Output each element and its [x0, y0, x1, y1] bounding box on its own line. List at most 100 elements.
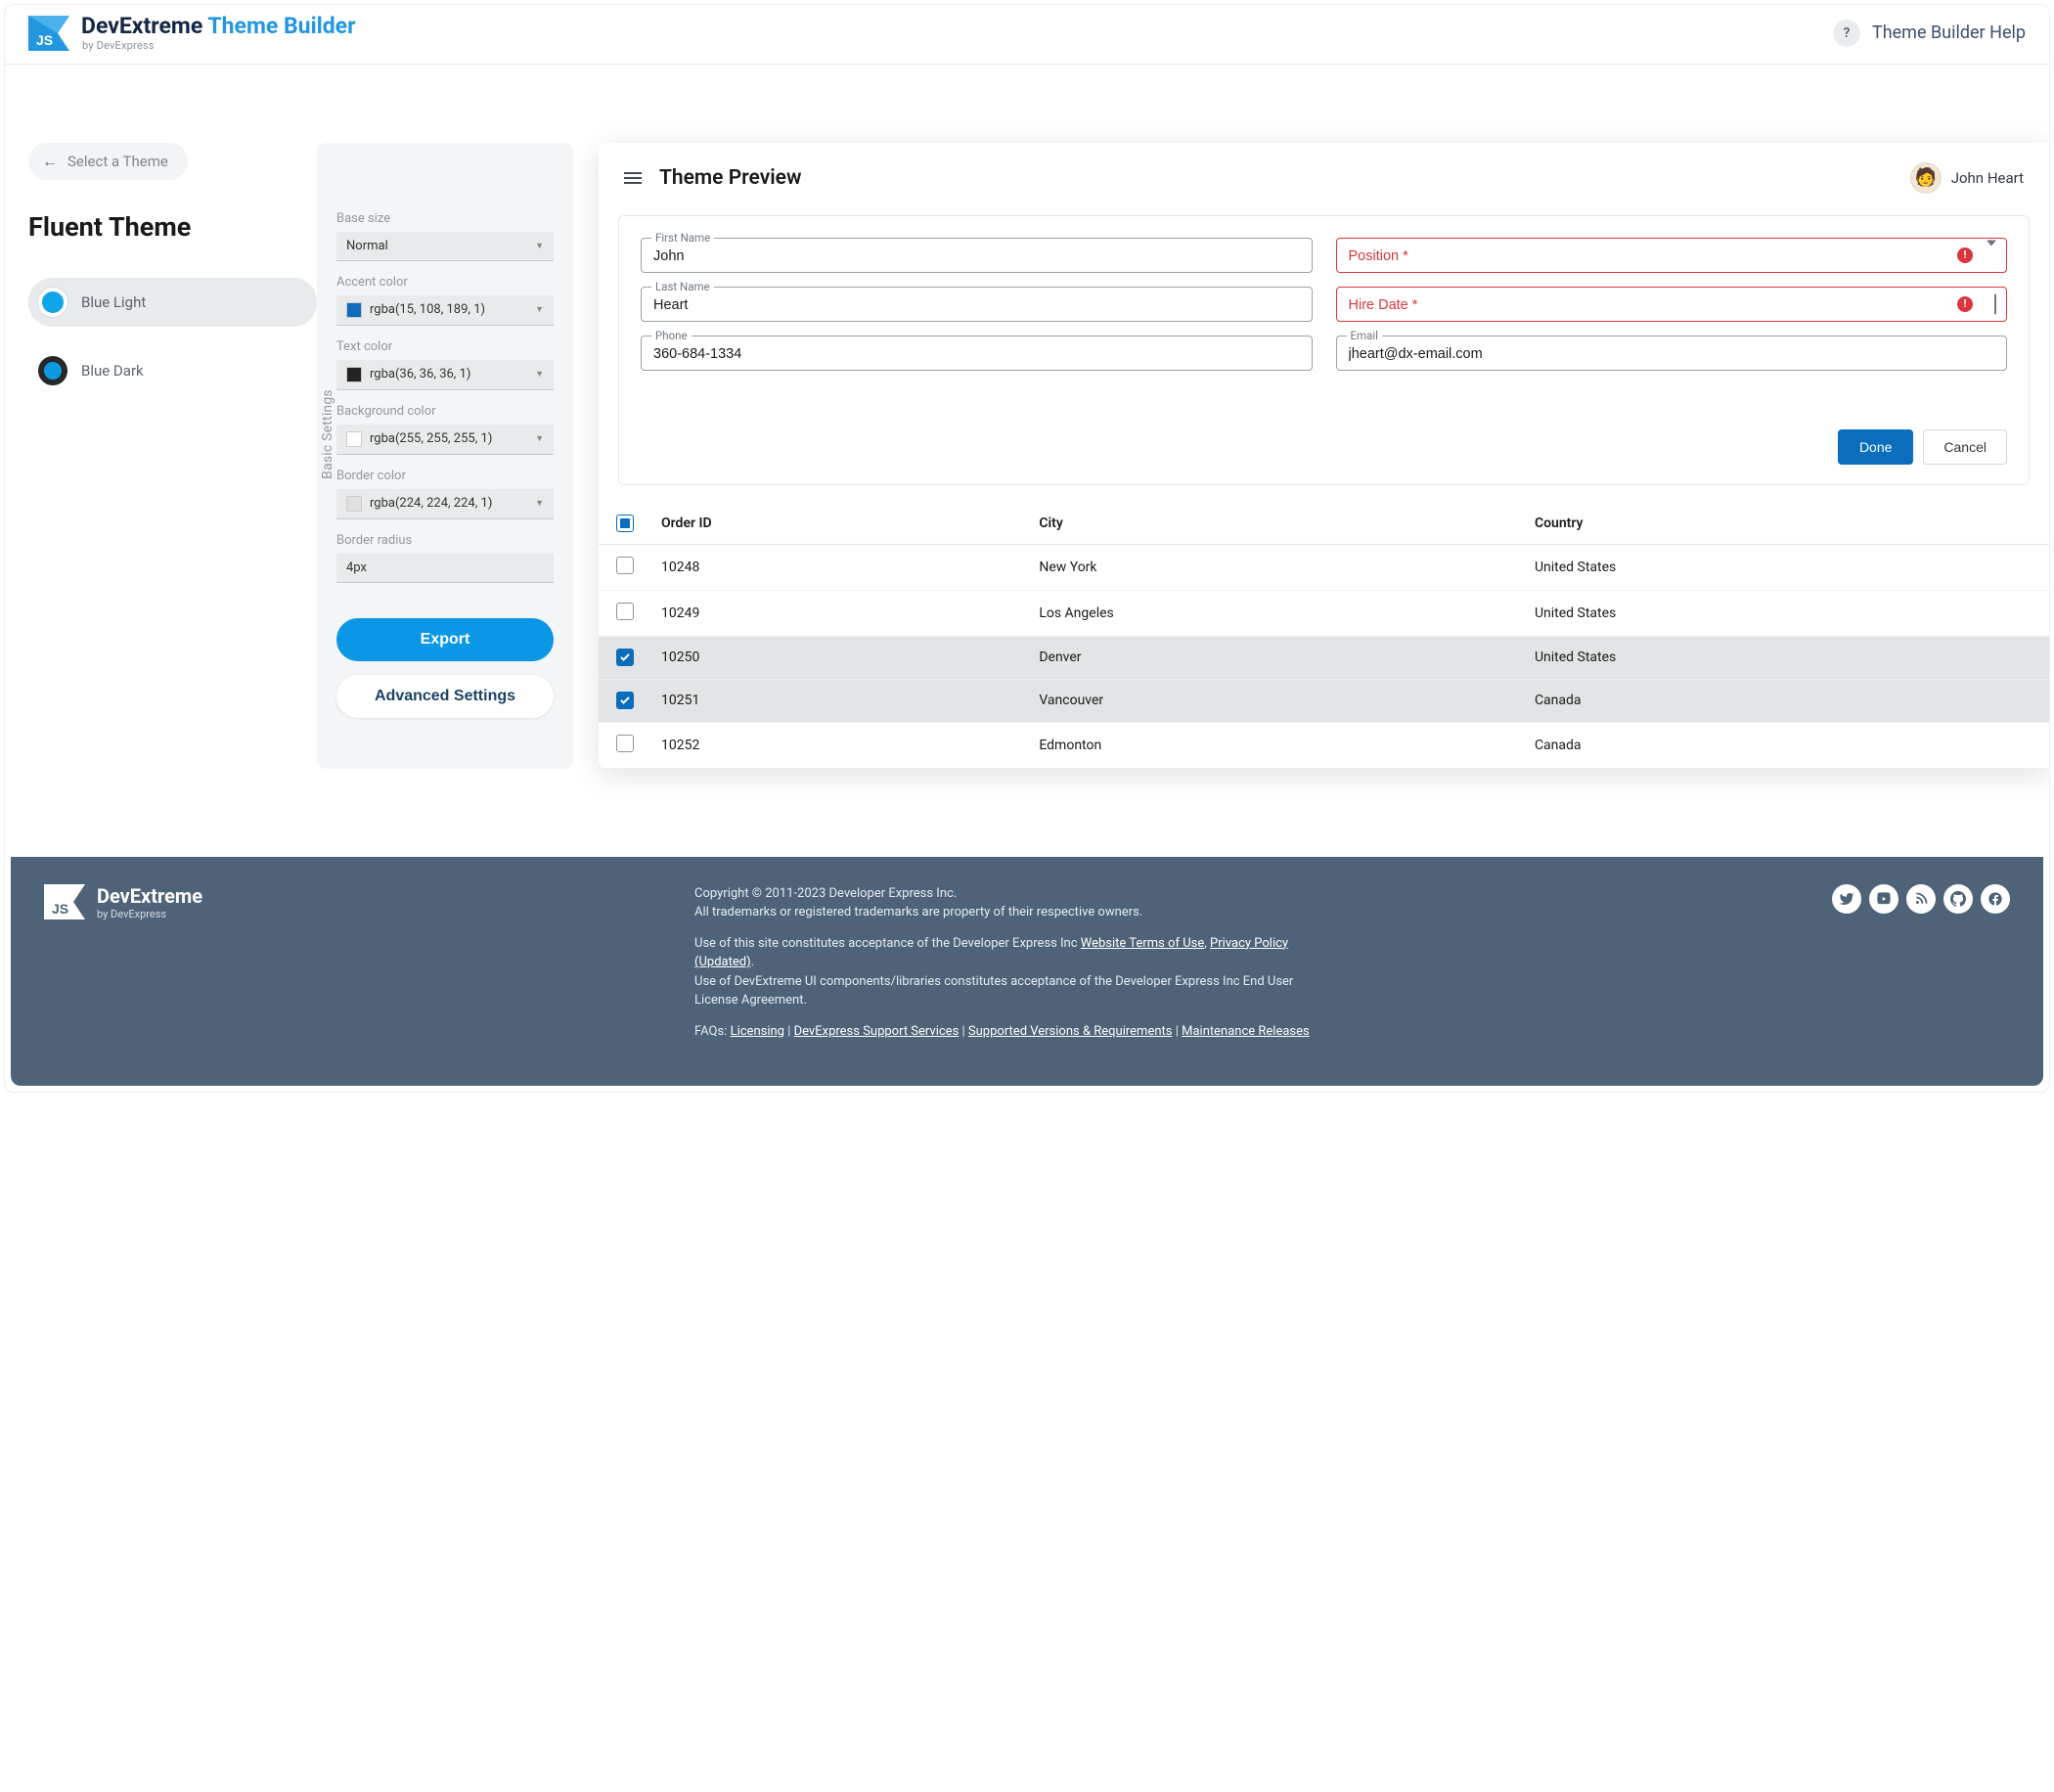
table-row[interactable]: 10252EdmontonCanada: [599, 722, 2049, 768]
color-chip-icon: [346, 302, 362, 318]
table-row[interactable]: 10251VancouverCanada: [599, 679, 2049, 722]
table-row[interactable]: 10250DenverUnited States: [599, 636, 2049, 679]
footer-link[interactable]: Maintenance Releases: [1182, 1024, 1310, 1039]
cell-city: Edmonton: [1025, 722, 1521, 768]
advanced-settings-button[interactable]: Advanced Settings: [336, 675, 554, 718]
cell-city: New York: [1025, 544, 1521, 590]
menu-icon[interactable]: [624, 172, 642, 184]
youtube-icon[interactable]: [1869, 884, 1898, 914]
column-header[interactable]: Country: [1521, 503, 2049, 545]
chevron-down-icon: ▼: [535, 433, 544, 444]
base-size-select[interactable]: Normal ▼: [336, 232, 554, 261]
row-checkbox[interactable]: [616, 735, 634, 752]
position-field[interactable]: !: [1336, 238, 2008, 273]
chevron-down-icon: ▼: [535, 304, 544, 315]
phone-input[interactable]: [642, 336, 1312, 370]
footer-link[interactable]: DevExpress Support Services: [794, 1024, 960, 1039]
brand-logo-icon: JS: [28, 16, 69, 51]
theme-option-label: Blue Dark: [81, 362, 144, 380]
back-button[interactable]: ← Select a Theme: [28, 143, 188, 180]
settings-panel: Basic Settings Base size Normal ▼ Accent…: [317, 143, 573, 769]
preview-title: Theme Preview: [659, 166, 801, 190]
cell-order-id: 10249: [647, 590, 1025, 636]
help-icon[interactable]: ?: [1833, 20, 1860, 47]
setting-label: Background color: [336, 404, 554, 419]
app-header: JS DevExtreme Theme Builder by DevExpres…: [5, 5, 2049, 65]
setting-label: Border radius: [336, 533, 554, 548]
field-label: Last Name: [651, 280, 714, 293]
email-field[interactable]: Email: [1336, 336, 2008, 371]
cell-city: Denver: [1025, 636, 1521, 679]
back-label: Select a Theme: [67, 153, 168, 170]
chevron-down-icon: ▼: [535, 369, 544, 380]
field-label: First Name: [651, 231, 714, 245]
last-name-input[interactable]: [642, 288, 1312, 321]
footer-link[interactable]: Licensing: [731, 1024, 784, 1039]
accent-color-select[interactable]: rgba(15, 108, 189, 1) ▼: [336, 295, 554, 326]
cell-country: Canada: [1521, 679, 2049, 722]
hire-date-input[interactable]: [1337, 288, 2007, 321]
position-input[interactable]: [1337, 239, 2007, 272]
arrow-left-icon: ←: [42, 152, 58, 171]
table-row[interactable]: 10248New YorkUnited States: [599, 544, 2049, 590]
brand-byline: by DevExpress: [82, 40, 356, 52]
twitter-icon[interactable]: [1832, 884, 1861, 914]
column-header[interactable]: Order ID: [647, 503, 1025, 545]
row-checkbox[interactable]: [616, 603, 634, 620]
text-color-select[interactable]: rgba(36, 36, 36, 1) ▼: [336, 360, 554, 390]
data-grid: Order ID City Country 10248New YorkUnite…: [599, 503, 2049, 769]
calendar-icon[interactable]: [1994, 294, 1996, 313]
email-input[interactable]: [1337, 336, 2007, 370]
cell-country: United States: [1521, 544, 2049, 590]
chevron-down-icon[interactable]: [1987, 246, 1996, 264]
form-card: First Name ! Last Name !: [618, 215, 2030, 485]
error-icon: !: [1957, 296, 1973, 312]
column-header[interactable]: City: [1025, 503, 1521, 545]
first-name-field[interactable]: First Name: [641, 238, 1313, 273]
help-link[interactable]: Theme Builder Help: [1872, 22, 2026, 43]
footer-link[interactable]: Website Terms of Use: [1081, 936, 1204, 951]
field-label: Email: [1347, 329, 1382, 342]
export-button[interactable]: Export: [336, 618, 554, 661]
chevron-down-icon: ▼: [535, 241, 544, 251]
background-color-select[interactable]: rgba(255, 255, 255, 1) ▼: [336, 425, 554, 455]
brand-title: DevExtreme Theme Builder: [81, 15, 356, 38]
svg-text:JS: JS: [52, 901, 68, 917]
color-chip-icon: [346, 431, 362, 447]
hire-date-field[interactable]: !: [1336, 287, 2008, 322]
footer-brand[interactable]: JS DevExtreme by DevExpress: [44, 884, 202, 920]
border-color-select[interactable]: rgba(224, 224, 224, 1) ▼: [336, 489, 554, 519]
footer: JS DevExtreme by DevExpress Copyright © …: [11, 857, 2043, 1087]
border-radius-input[interactable]: 4px: [336, 554, 554, 583]
color-chip-icon: [346, 367, 362, 382]
first-name-input[interactable]: [642, 239, 1312, 272]
page-title: Fluent Theme: [28, 211, 317, 243]
last-name-field[interactable]: Last Name: [641, 287, 1313, 322]
facebook-icon[interactable]: [1981, 884, 2010, 914]
setting-label: Accent color: [336, 275, 554, 290]
done-button[interactable]: Done: [1838, 429, 1913, 465]
cell-country: United States: [1521, 590, 2049, 636]
phone-field[interactable]: Phone: [641, 336, 1313, 371]
table-row[interactable]: 10249Los AngelesUnited States: [599, 590, 2049, 636]
brand[interactable]: JS DevExtreme Theme Builder by DevExpres…: [28, 15, 356, 52]
theme-option-blue-dark[interactable]: Blue Dark: [28, 346, 317, 395]
cell-city: Vancouver: [1025, 679, 1521, 722]
cancel-button[interactable]: Cancel: [1923, 429, 2007, 465]
row-checkbox[interactable]: [616, 557, 634, 574]
row-checkbox[interactable]: [616, 692, 634, 709]
cell-order-id: 10248: [647, 544, 1025, 590]
github-icon[interactable]: [1943, 884, 1973, 914]
cell-order-id: 10252: [647, 722, 1025, 768]
avatar[interactable]: 🧑: [1910, 162, 1942, 194]
cell-country: Canada: [1521, 722, 2049, 768]
theme-option-blue-light[interactable]: Blue Light: [28, 278, 317, 327]
svg-text:JS: JS: [36, 32, 53, 48]
error-icon: !: [1957, 247, 1973, 263]
rss-icon[interactable]: [1906, 884, 1936, 914]
footer-text: Copyright © 2011-2023 Developer Express …: [694, 884, 1340, 1053]
select-all-checkbox[interactable]: [616, 515, 634, 532]
setting-label: Base size: [336, 211, 554, 226]
footer-link[interactable]: Supported Versions & Requirements: [968, 1024, 1173, 1039]
row-checkbox[interactable]: [616, 649, 634, 666]
